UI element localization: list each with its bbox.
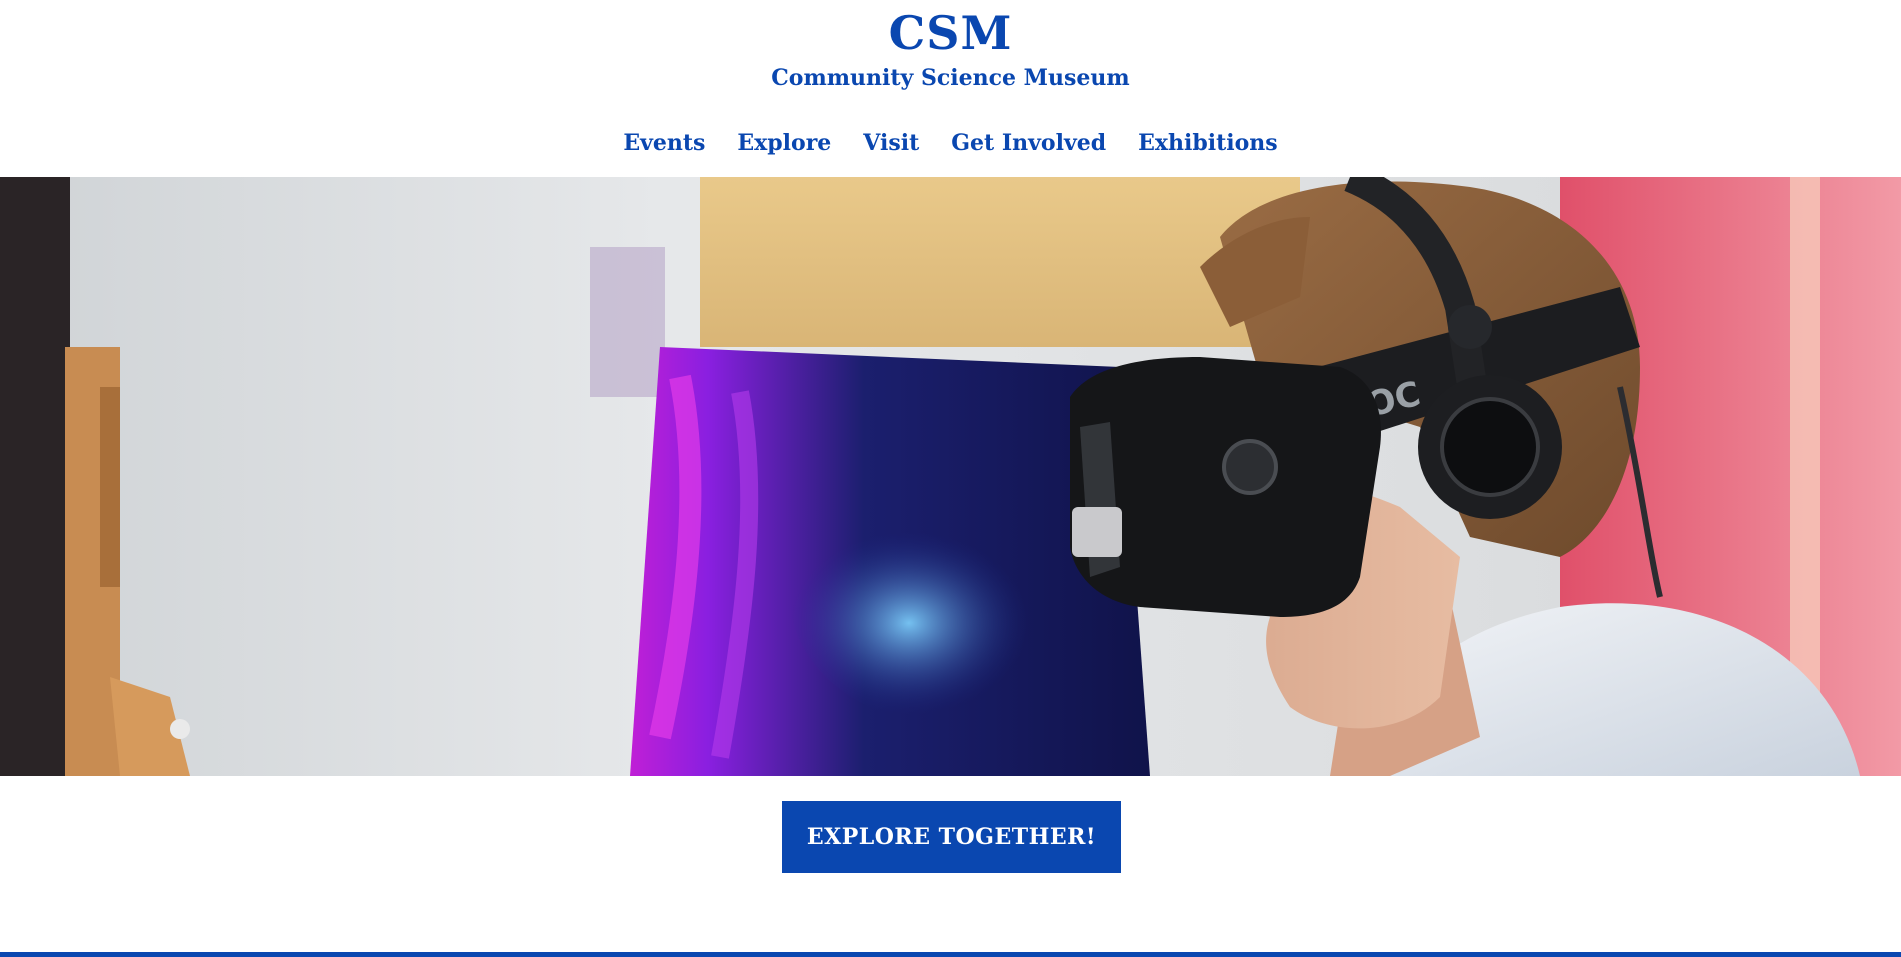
hero-vr-photo: OC: [0, 177, 1901, 776]
footer-divider: [0, 952, 1901, 957]
nav-item-visit[interactable]: Visit: [863, 128, 919, 158]
page: CSM Community Science Museum Events Expl…: [0, 0, 1901, 957]
nav-item-get-involved[interactable]: Get Involved: [951, 128, 1106, 158]
nav-item-explore[interactable]: Explore: [737, 128, 831, 158]
nav-item-exhibitions[interactable]: Exhibitions: [1138, 128, 1278, 158]
site-header: CSM Community Science Museum Events Expl…: [0, 0, 1901, 177]
main-nav: Events Explore Visit Get Involved Exhibi…: [0, 128, 1901, 158]
site-tagline: Community Science Museum: [771, 65, 1130, 91]
hero-image: OC: [0, 177, 1901, 776]
site-logo[interactable]: CSM: [0, 5, 1901, 61]
cta-section: EXPLORE TOGETHER!: [0, 776, 1901, 953]
nav-item-events[interactable]: Events: [623, 128, 705, 158]
explore-together-button[interactable]: EXPLORE TOGETHER!: [782, 801, 1121, 873]
